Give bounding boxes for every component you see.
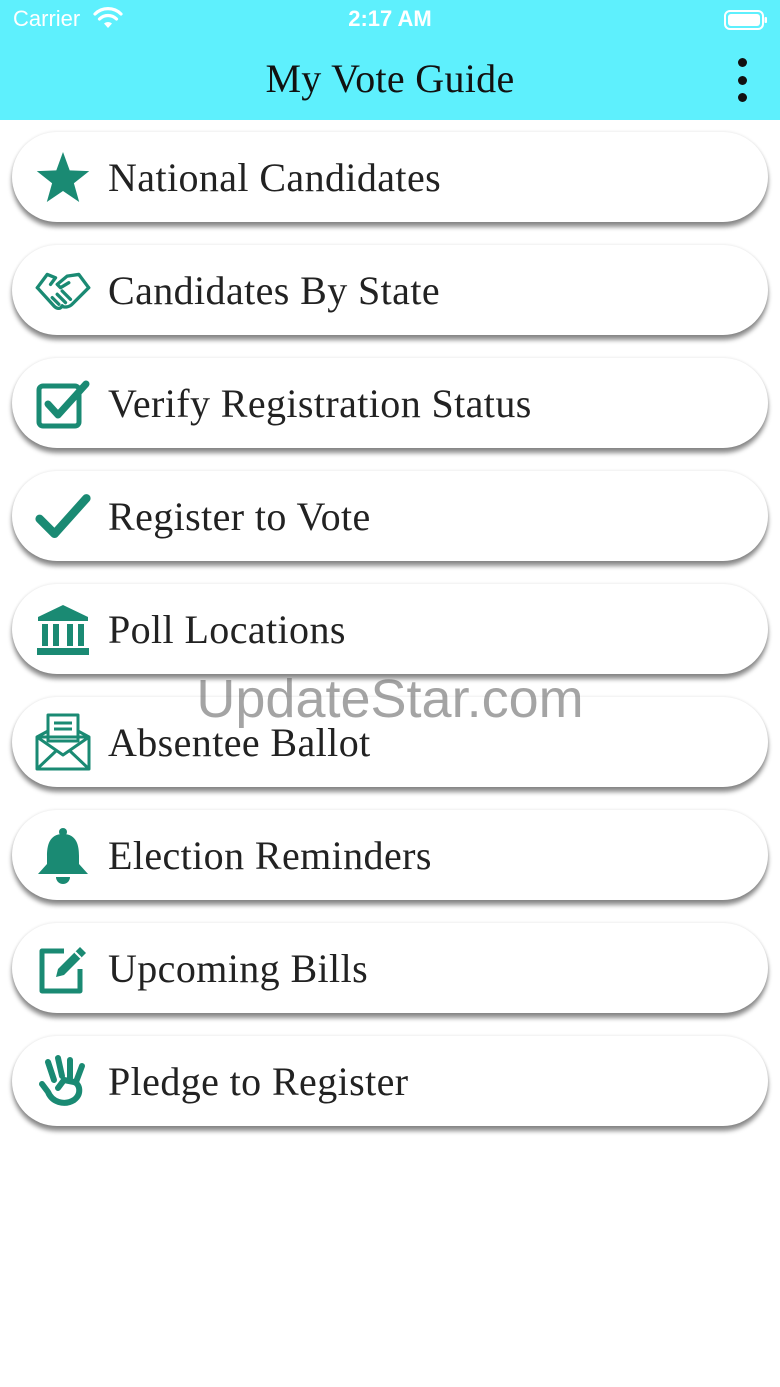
menu-item-label: Upcoming Bills — [108, 946, 369, 991]
menu-item-absentee-ballot[interactable]: Absentee Ballot — [12, 697, 768, 787]
bank-icon — [34, 602, 92, 658]
menu-item-candidates-by-state[interactable]: Candidates By State — [12, 245, 768, 335]
menu-item-national-candidates[interactable]: National Candidates — [12, 132, 768, 222]
menu-item-label: Absentee Ballot — [108, 720, 371, 765]
menu-item-label: National Candidates — [108, 155, 442, 200]
menu-item-poll-locations[interactable]: Poll Locations — [12, 584, 768, 674]
battery-icon — [724, 10, 767, 30]
menu-item-label: Candidates By State — [108, 268, 440, 313]
status-bar: Carrier 2:17 AM — [0, 0, 780, 40]
clock: 2:17 AM — [348, 6, 432, 31]
menu-item-label: Verify Registration Status — [108, 381, 532, 426]
menu-item-label: Election Reminders — [108, 833, 432, 878]
main-menu: National Candidates Candidates By State — [12, 132, 768, 1149]
app-header: Carrier 2:17 AM My Vote Guide — [0, 0, 780, 120]
more-vertical-icon — [737, 58, 747, 67]
menu-item-verify-registration[interactable]: Verify Registration Status — [12, 358, 768, 448]
more-options-button[interactable] — [722, 58, 762, 102]
checkbox-icon — [34, 376, 92, 432]
page-title: My Vote Guide — [265, 56, 515, 101]
menu-item-pledge-to-register[interactable]: Pledge to Register — [12, 1036, 768, 1126]
menu-item-register-to-vote[interactable]: Register to Vote — [12, 471, 768, 561]
hand-icon — [34, 1054, 92, 1110]
menu-item-label: Pledge to Register — [108, 1059, 409, 1104]
menu-item-upcoming-bills[interactable]: Upcoming Bills — [12, 923, 768, 1013]
star-icon — [34, 150, 92, 206]
menu-item-label: Register to Vote — [108, 494, 371, 539]
envelope-ballot-icon — [34, 713, 92, 771]
bell-icon — [34, 828, 92, 884]
edit-icon — [34, 941, 92, 997]
checkmark-icon — [34, 489, 92, 545]
menu-item-election-reminders[interactable]: Election Reminders — [12, 810, 768, 900]
menu-item-label: Poll Locations — [108, 607, 346, 652]
handshake-icon — [34, 263, 92, 319]
